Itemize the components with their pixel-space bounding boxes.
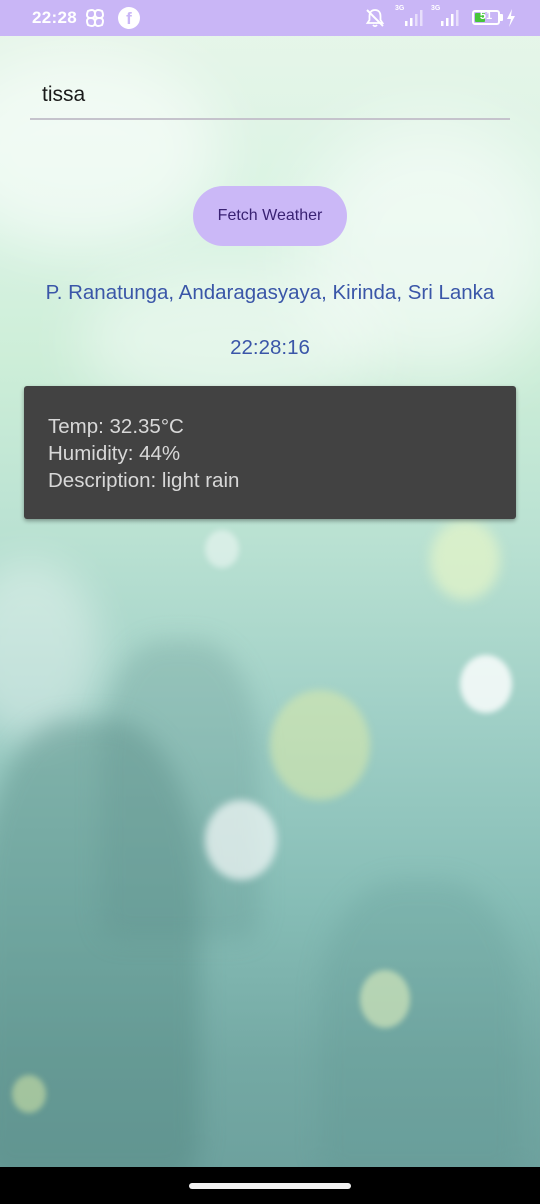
- charging-icon: [507, 9, 515, 27]
- background-bokeh: [360, 970, 410, 1028]
- background-bokeh: [205, 530, 239, 568]
- background-bokeh: [205, 800, 277, 880]
- navigation-bar: [0, 1167, 540, 1204]
- battery-icon: 51: [472, 10, 500, 25]
- weather-info-card: Temp: 32.35°C Humidity: 44% Description:…: [24, 386, 516, 519]
- background-bokeh: [12, 1075, 46, 1113]
- weather-app-screen: 22:28 f 3G 3G 51 tissa Fetch Weather P. …: [0, 0, 540, 1204]
- background-bokeh: [0, 560, 100, 740]
- background-bokeh: [270, 690, 370, 800]
- facebook-icon: f: [118, 7, 140, 29]
- battery-cap: [500, 14, 503, 21]
- status-time: 22:28: [32, 8, 77, 27]
- background-bokeh: [460, 655, 512, 713]
- background-bokeh: [430, 520, 500, 600]
- mute-icon: [365, 9, 385, 28]
- current-time-label: 22:28:16: [230, 336, 310, 359]
- signal-icon: [405, 10, 423, 26]
- temperature-text: Temp: 32.35°C: [48, 415, 184, 438]
- location-label: P. Ranatunga, Andaragasyaya, Kirinda, Sr…: [45, 281, 495, 304]
- humidity-text: Humidity: 44%: [48, 442, 181, 465]
- city-search-input[interactable]: [30, 72, 510, 120]
- description-text: Description: light rain: [48, 469, 240, 492]
- battery-level-text: 51: [479, 10, 493, 22]
- fetch-weather-button[interactable]: Fetch Weather: [193, 186, 347, 246]
- grid-app-icon: [86, 9, 104, 27]
- status-bar: 22:28 f 3G 3G 51: [0, 0, 540, 36]
- background-tree: [320, 880, 520, 1180]
- signal-icon: [441, 10, 459, 26]
- background-tree: [100, 640, 260, 940]
- home-gesture-handle[interactable]: [189, 1183, 351, 1189]
